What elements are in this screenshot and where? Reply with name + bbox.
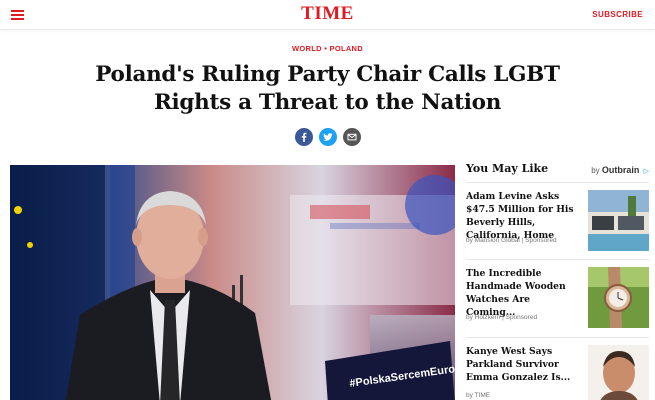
sidebar-item-text: Kanye West Says Parkland Survivor Emma G… xyxy=(466,345,582,384)
you-may-like-sidebar: You May Like by Outbrain ▷ Adam Levine A… xyxy=(466,162,649,400)
email-icon xyxy=(347,133,356,141)
sidebar-item-title[interactable]: Kanye West Says Parkland Survivor Emma G… xyxy=(466,345,582,384)
sidebar-list-item[interactable]: Kanye West Says Parkland Survivor Emma G… xyxy=(466,337,649,400)
sidebar-item-text: Adam Levine Asks $47.5 Million for His B… xyxy=(466,190,582,242)
sidebar-header: You May Like by Outbrain ▷ xyxy=(466,162,649,182)
sidebar-item-title[interactable]: Adam Levine Asks $47.5 Million for His B… xyxy=(466,190,582,242)
email-share-button[interactable] xyxy=(342,128,361,146)
share-buttons xyxy=(0,128,655,146)
hero-photo-illustration: #PolskaSercemEuropy xyxy=(10,165,455,400)
house-photo-illustration xyxy=(588,190,649,251)
sidebar-list-item[interactable]: The Incredible Handmade Wooden Watches A… xyxy=(466,259,649,337)
twitter-share-button[interactable] xyxy=(318,128,337,146)
sidebar-item-source: by TIME xyxy=(466,392,491,399)
divider xyxy=(466,259,649,260)
time-logo[interactable]: TIME xyxy=(0,3,655,25)
sidebar-item-thumbnail[interactable] xyxy=(588,267,649,328)
subscribe-button[interactable]: SUBSCRIBE xyxy=(592,10,643,19)
facebook-share-button[interactable] xyxy=(294,128,313,146)
facebook-icon xyxy=(301,132,306,142)
hero-image: #PolskaSercemEuropy xyxy=(10,165,455,400)
sidebar-list-item[interactable]: Adam Levine Asks $47.5 Million for His B… xyxy=(466,182,649,260)
sidebar-item-source: by Holzkern | Sponsored xyxy=(466,314,538,321)
outbrain-logo: Outbrain xyxy=(601,165,640,175)
article-kicker[interactable]: WORLD • POLAND xyxy=(0,44,655,53)
sidebar-title: You May Like xyxy=(466,162,549,175)
sidebar-item-thumbnail[interactable] xyxy=(588,190,649,251)
by-label: by xyxy=(591,166,600,175)
divider xyxy=(466,182,649,183)
portrait-photo-illustration xyxy=(588,345,649,400)
top-navigation-bar: TIME SUBSCRIBE xyxy=(0,0,655,30)
sidebar-item-title[interactable]: The Incredible Handmade Wooden Watches A… xyxy=(466,267,582,319)
sidebar-item-text: The Incredible Handmade Wooden Watches A… xyxy=(466,267,582,319)
adchoices-icon[interactable]: ▷ xyxy=(644,167,649,175)
divider xyxy=(466,337,649,338)
sidebar-item-thumbnail[interactable] xyxy=(588,345,649,400)
watch-photo-illustration xyxy=(588,267,649,328)
twitter-icon xyxy=(322,133,333,141)
article-headline: Poland's Ruling Party Chair Calls LGBT R… xyxy=(95,62,560,115)
outbrain-attribution[interactable]: by Outbrain ▷ xyxy=(591,165,649,175)
sidebar-item-source: by Mansion Global | Sponsored xyxy=(466,237,557,244)
